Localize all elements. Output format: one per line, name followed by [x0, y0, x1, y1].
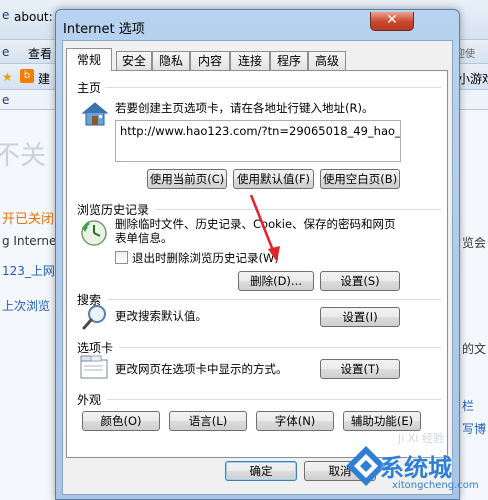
watermark-domain: xitongcheng.com [392, 480, 479, 491]
arrow-head [268, 246, 280, 262]
tab-general[interactable]: 常规 [66, 48, 112, 71]
xitongcheng-watermark: 系统城 xitongcheng.com Ji Xi 经验 [340, 432, 488, 500]
red-arrow-annotation [249, 194, 280, 262]
watermark-small-text: Ji Xi 经验 [398, 432, 444, 445]
watermark-brand: 系统城 [380, 454, 452, 482]
arrow-shaft [249, 194, 276, 254]
